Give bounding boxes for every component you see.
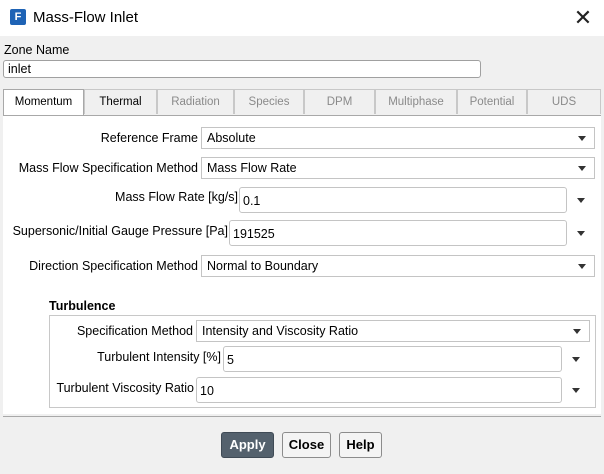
chevron-down-icon[interactable]: [577, 231, 585, 236]
chevron-down-icon[interactable]: [577, 198, 585, 203]
apply-button[interactable]: Apply: [221, 432, 274, 458]
help-button[interactable]: Help: [339, 432, 382, 458]
turbulence-spec-method-dropdown[interactable]: Intensity and Viscosity Ratio: [196, 320, 590, 342]
mass-flow-spec-method-value: Mass Flow Rate: [207, 161, 297, 175]
fluent-app-icon: F: [10, 9, 26, 25]
chevron-down-icon: [578, 166, 586, 171]
mass-flow-spec-method-label: Mass Flow Specification Method: [18, 161, 198, 175]
gauge-pressure-label: Supersonic/Initial Gauge Pressure [Pa]: [12, 224, 228, 238]
close-icon[interactable]: ✕: [568, 3, 598, 33]
direction-spec-method-dropdown[interactable]: Normal to Boundary: [201, 255, 595, 277]
tab-potential[interactable]: Potential: [457, 89, 527, 114]
footer-divider: [3, 416, 601, 417]
gauge-pressure-input[interactable]: 191525: [229, 220, 567, 246]
reference-frame-dropdown[interactable]: Absolute: [201, 127, 595, 149]
window-title: Mass-Flow Inlet: [33, 9, 139, 26]
zone-name-input[interactable]: [3, 60, 481, 78]
turbulent-intensity-input[interactable]: 5: [223, 346, 562, 372]
tab-momentum[interactable]: Momentum: [3, 89, 84, 115]
chevron-down-icon: [578, 264, 586, 269]
tab-radiation[interactable]: Radiation: [157, 89, 234, 114]
mass-flow-rate-input[interactable]: 0.1: [239, 187, 567, 213]
reference-frame-label: Reference Frame: [100, 131, 198, 145]
direction-spec-method-value: Normal to Boundary: [207, 259, 319, 273]
title-bar: F Mass-Flow Inlet ✕: [0, 0, 604, 36]
turbulent-viscosity-ratio-input[interactable]: 10: [196, 377, 562, 403]
tab-species[interactable]: Species: [234, 89, 304, 114]
direction-spec-method-label: Direction Specification Method: [29, 259, 198, 273]
tab-uds[interactable]: UDS: [527, 89, 601, 114]
chevron-down-icon[interactable]: [572, 388, 580, 393]
tab-multiphase[interactable]: Multiphase: [375, 89, 457, 114]
tab-bar: Momentum Thermal Radiation Species DPM M…: [3, 89, 601, 115]
zone-name-label: Zone Name: [4, 43, 70, 57]
mass-flow-rate-label: Mass Flow Rate [kg/s]: [115, 190, 238, 204]
close-button[interactable]: Close: [282, 432, 331, 458]
turbulence-title: Turbulence: [49, 299, 116, 313]
reference-frame-value: Absolute: [207, 131, 256, 145]
turbulence-spec-method-value: Intensity and Viscosity Ratio: [202, 324, 359, 338]
tab-thermal[interactable]: Thermal: [84, 89, 157, 114]
turbulence-spec-method-label: Specification Method: [76, 324, 193, 338]
turbulent-viscosity-ratio-label: Turbulent Viscosity Ratio: [56, 381, 194, 395]
mass-flow-spec-method-dropdown[interactable]: Mass Flow Rate: [201, 157, 595, 179]
turbulent-intensity-label: Turbulent Intensity [%]: [97, 350, 221, 364]
tab-dpm[interactable]: DPM: [304, 89, 375, 114]
chevron-down-icon: [578, 136, 586, 141]
chevron-down-icon: [573, 329, 581, 334]
chevron-down-icon[interactable]: [572, 357, 580, 362]
